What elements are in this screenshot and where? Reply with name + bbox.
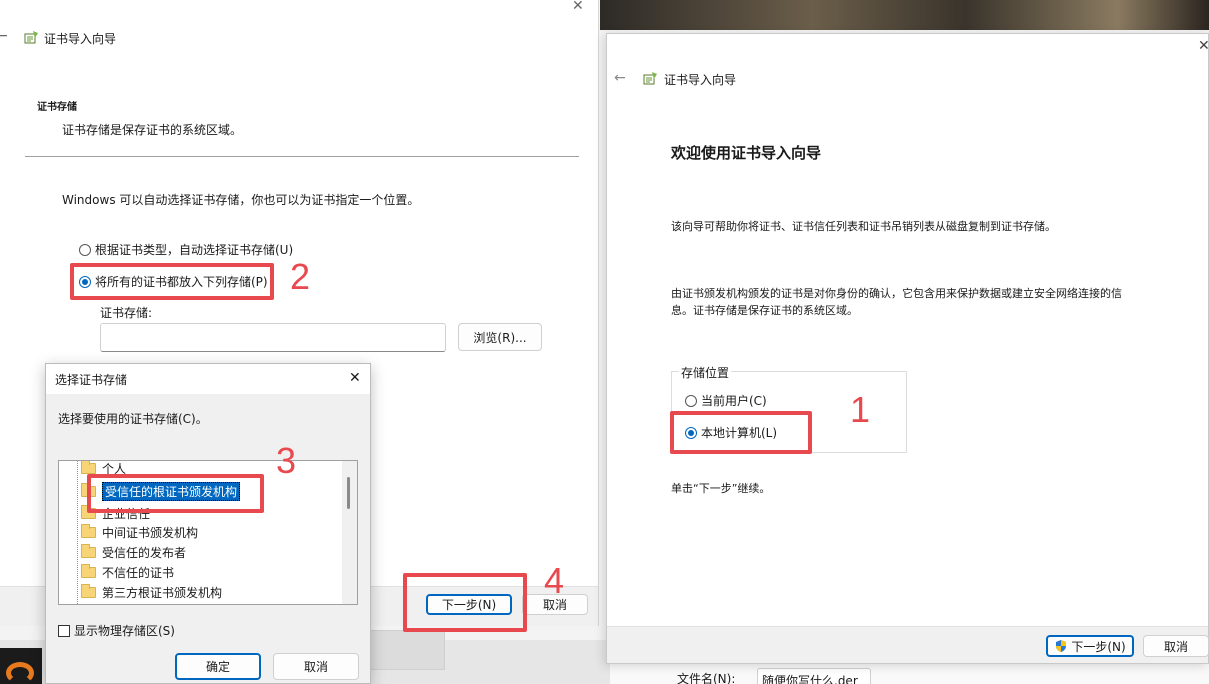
section-title: 证书存储 xyxy=(37,102,77,113)
description-line1: 由证书颁发机构颁发的证书是对你身份的确认，它包含用来保护数据或建立安全网络连接的… xyxy=(671,287,1122,300)
highlight-box-step2 xyxy=(70,263,274,300)
step-3-label: 3 xyxy=(276,440,297,481)
store-field-label: 证书存储: xyxy=(100,306,153,320)
tree-item-label: 不信任的证书 xyxy=(102,565,175,580)
store-input[interactable] xyxy=(100,323,446,352)
desktop-background xyxy=(600,0,1209,30)
window-title: 证书导入向导 xyxy=(44,32,117,46)
next-button-label: 下一步(N) xyxy=(1071,639,1126,654)
tree-guide-line xyxy=(77,461,78,604)
checkbox[interactable] xyxy=(58,624,70,637)
back-arrow-icon[interactable]: ← xyxy=(614,70,626,86)
radio-button[interactable] xyxy=(79,243,91,256)
section-description: 证书存储是保存证书的系统区域。 xyxy=(62,123,243,137)
dialog-title: 选择证书存储 xyxy=(55,373,128,387)
tree-scrollbar[interactable] xyxy=(342,461,357,604)
scrollbar-thumb[interactable] xyxy=(347,477,350,509)
app-icon xyxy=(6,662,34,684)
group-label: 存储位置 xyxy=(679,364,732,381)
step-4-label: 4 xyxy=(544,560,565,601)
right-import-wizard: ✕ ← 证书导入向导 欢迎使用证书导入向导 该向导可帮助你将证书、证书信任列表和… xyxy=(606,33,1209,664)
wizard-heading: 欢迎使用证书导入向导 xyxy=(671,144,822,162)
folder-icon xyxy=(81,461,96,474)
intro-text: Windows 可以自动选择证书存储，你也可以为证书指定一个位置。 xyxy=(62,193,420,207)
next-button[interactable]: 下一步(N) xyxy=(1046,635,1134,657)
tree-item-third-party-root[interactable]: 第三方根证书颁发机构 xyxy=(81,582,222,602)
folder-icon xyxy=(81,543,96,558)
dialog-close-icon[interactable]: ✕ xyxy=(349,370,361,386)
cancel-button[interactable]: 取消 xyxy=(1143,635,1209,657)
radio-auto-label: 根据证书类型，自动选择证书存储(U) xyxy=(95,243,294,257)
radio-current-user-label: 当前用户(C) xyxy=(701,394,767,408)
header-divider xyxy=(25,156,579,157)
filename-input[interactable]: 随便你写什么.der xyxy=(757,668,871,684)
radio-button[interactable] xyxy=(685,394,697,407)
certificate-wizard-icon xyxy=(24,31,38,44)
filename-label: 文件名(N): xyxy=(677,672,736,684)
ok-button[interactable]: 确定 xyxy=(175,653,261,680)
dialog-cancel-button[interactable]: 取消 xyxy=(273,653,359,680)
checkbox-label: 显示物理存储区(S) xyxy=(74,624,175,638)
certificate-wizard-icon xyxy=(643,72,657,85)
radio-current-user[interactable]: 当前用户(C) xyxy=(685,392,767,409)
radio-auto-store[interactable]: 根据证书类型，自动选择证书存储(U) xyxy=(79,241,293,258)
highlight-box-step4 xyxy=(403,573,527,632)
tree-item-label: 第三方根证书颁发机构 xyxy=(102,585,223,600)
background-control xyxy=(370,630,445,670)
continue-text: 单击“下一步”继续。 xyxy=(671,482,771,495)
step-2-label: 2 xyxy=(290,256,311,297)
tree-item-label: 中间证书颁发机构 xyxy=(102,525,199,540)
folder-icon xyxy=(81,523,96,538)
folder-icon xyxy=(81,563,96,578)
highlight-box-step1 xyxy=(670,411,812,454)
show-physical-checkbox[interactable]: 显示物理存储区(S) xyxy=(58,622,175,639)
intro-paragraph: 该向导可帮助你将证书、证书信任列表和证书吊销列表从磁盘复制到证书存储。 xyxy=(671,220,1056,233)
close-icon[interactable]: ✕ xyxy=(572,0,584,14)
browse-button[interactable]: 浏览(R)... xyxy=(458,323,542,351)
tree-item-trusted-publishers[interactable]: 受信任的发布者 xyxy=(81,542,186,562)
close-icon[interactable]: ✕ xyxy=(1198,38,1209,54)
step-1-label: 1 xyxy=(850,389,871,430)
folder-icon xyxy=(81,583,96,598)
dialog-instruction: 选择要使用的证书存储(C)。 xyxy=(58,412,208,426)
tree-item-untrusted[interactable]: 不信任的证书 xyxy=(81,562,174,582)
uac-shield-icon xyxy=(1056,640,1067,652)
back-arrow-icon[interactable]: ← xyxy=(0,28,8,44)
description-line2: 息。证书存储是保存证书的系统区域。 xyxy=(671,304,858,317)
window-title: 证书导入向导 xyxy=(664,73,737,87)
tree-item-label: 受信任的发布者 xyxy=(102,545,187,560)
select-store-dialog: 选择证书存储 ✕ 选择要使用的证书存储(C)。 个人 受信任的根证书颁发机构 企… xyxy=(45,363,371,684)
tree-item-intermediate[interactable]: 中间证书颁发机构 xyxy=(81,522,198,542)
highlight-box-step3 xyxy=(87,474,264,513)
file-name-panel: 文件名(N): 随便你写什么.der xyxy=(610,664,1209,684)
